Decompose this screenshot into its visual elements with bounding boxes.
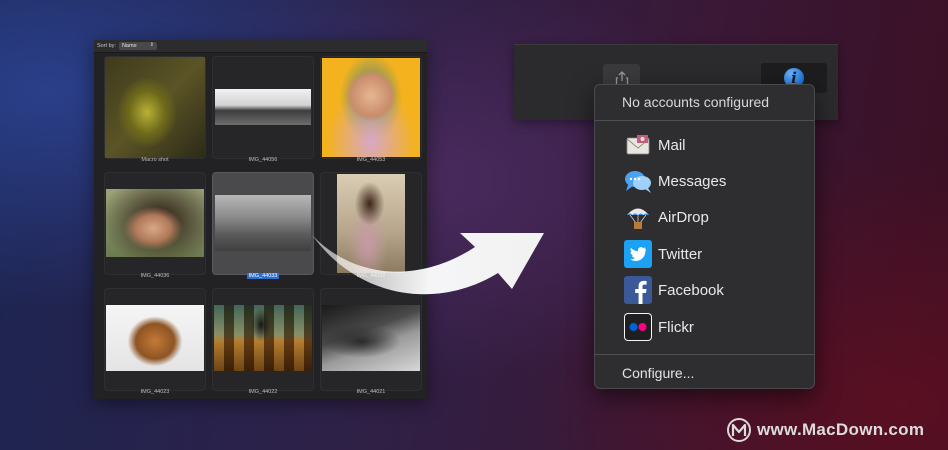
sort-by-value: Name [121, 43, 137, 49]
share-item-label: Facebook [658, 281, 724, 299]
thumbnail-image [215, 89, 311, 125]
thumbnail-caption: Macro shot [141, 157, 169, 163]
macdown-logo-icon [727, 418, 751, 442]
menu-divider [595, 354, 814, 355]
thumbnail-caption: IMG_44056 [248, 157, 278, 163]
thumbnail-image [322, 58, 420, 157]
sort-by-select[interactable]: Name ⇕ [118, 42, 157, 50]
selected-caption-text: IMG_44033 [246, 273, 280, 279]
thumbnail-cell-selected[interactable] [212, 172, 314, 275]
menu-divider [595, 120, 814, 121]
mail-icon [623, 131, 652, 160]
twitter-icon [623, 240, 652, 269]
thumbnail-cell[interactable] [104, 288, 206, 391]
curved-arrow-icon [312, 233, 544, 295]
thumbnail-image [215, 195, 311, 251]
share-item-messages[interactable]: Messages [623, 166, 803, 196]
thumbnail-cell[interactable] [320, 288, 422, 391]
share-item-label: Twitter [658, 245, 703, 263]
sort-by-label: Sort by: [97, 43, 116, 49]
thumbnail-cell[interactable] [320, 56, 422, 159]
thumbnail-cell[interactable] [212, 56, 314, 159]
flickr-icon [623, 313, 652, 342]
chevron-updown-icon: ⇕ [149, 42, 154, 48]
thumbnail-image [106, 189, 204, 257]
thumbnail-caption: IMG_44022 [248, 389, 278, 395]
browser-toolbar: Sort by: Name ⇕ [94, 40, 427, 53]
thumbnail-image [105, 57, 205, 158]
configure-menu-item[interactable]: Configure... [622, 365, 694, 381]
thumbnail-caption: IMG_44036 [140, 273, 170, 279]
airdrop-icon [623, 203, 652, 232]
thumbnail-caption: IMG_44023 [140, 389, 170, 395]
messages-icon [623, 167, 652, 196]
thumbnail-caption: IMG_44053 [356, 157, 386, 163]
share-item-label: Flickr [658, 318, 694, 336]
watermark-text: www.MacDown.com [757, 420, 925, 439]
share-item-twitter[interactable]: Twitter [623, 239, 803, 269]
share-item-mail[interactable]: Mail [623, 130, 803, 160]
share-menu-header: No accounts configured [622, 94, 770, 110]
thumbnail-image [214, 305, 312, 371]
thumbnail-caption-selected: IMG_44033 [212, 273, 314, 279]
share-item-airdrop[interactable]: AirDrop [623, 202, 803, 232]
thumbnail-cell[interactable] [104, 56, 206, 159]
thumbnail-image [106, 305, 204, 371]
share-item-facebook[interactable]: Facebook [623, 275, 803, 305]
share-item-label: Messages [658, 172, 727, 190]
thumbnail-cell[interactable] [104, 172, 206, 275]
watermark: www.MacDown.com [727, 418, 924, 442]
share-item-label: Mail [658, 136, 686, 154]
thumbnail-caption: IMG_44021 [356, 389, 386, 395]
share-menu: No accounts configured Mail Messages Air… [594, 84, 815, 389]
thumbnail-image [322, 305, 420, 371]
facebook-icon [623, 276, 652, 305]
share-item-label: AirDrop [658, 208, 709, 226]
thumbnail-cell[interactable] [212, 288, 314, 391]
share-item-flickr[interactable]: Flickr [623, 312, 803, 342]
